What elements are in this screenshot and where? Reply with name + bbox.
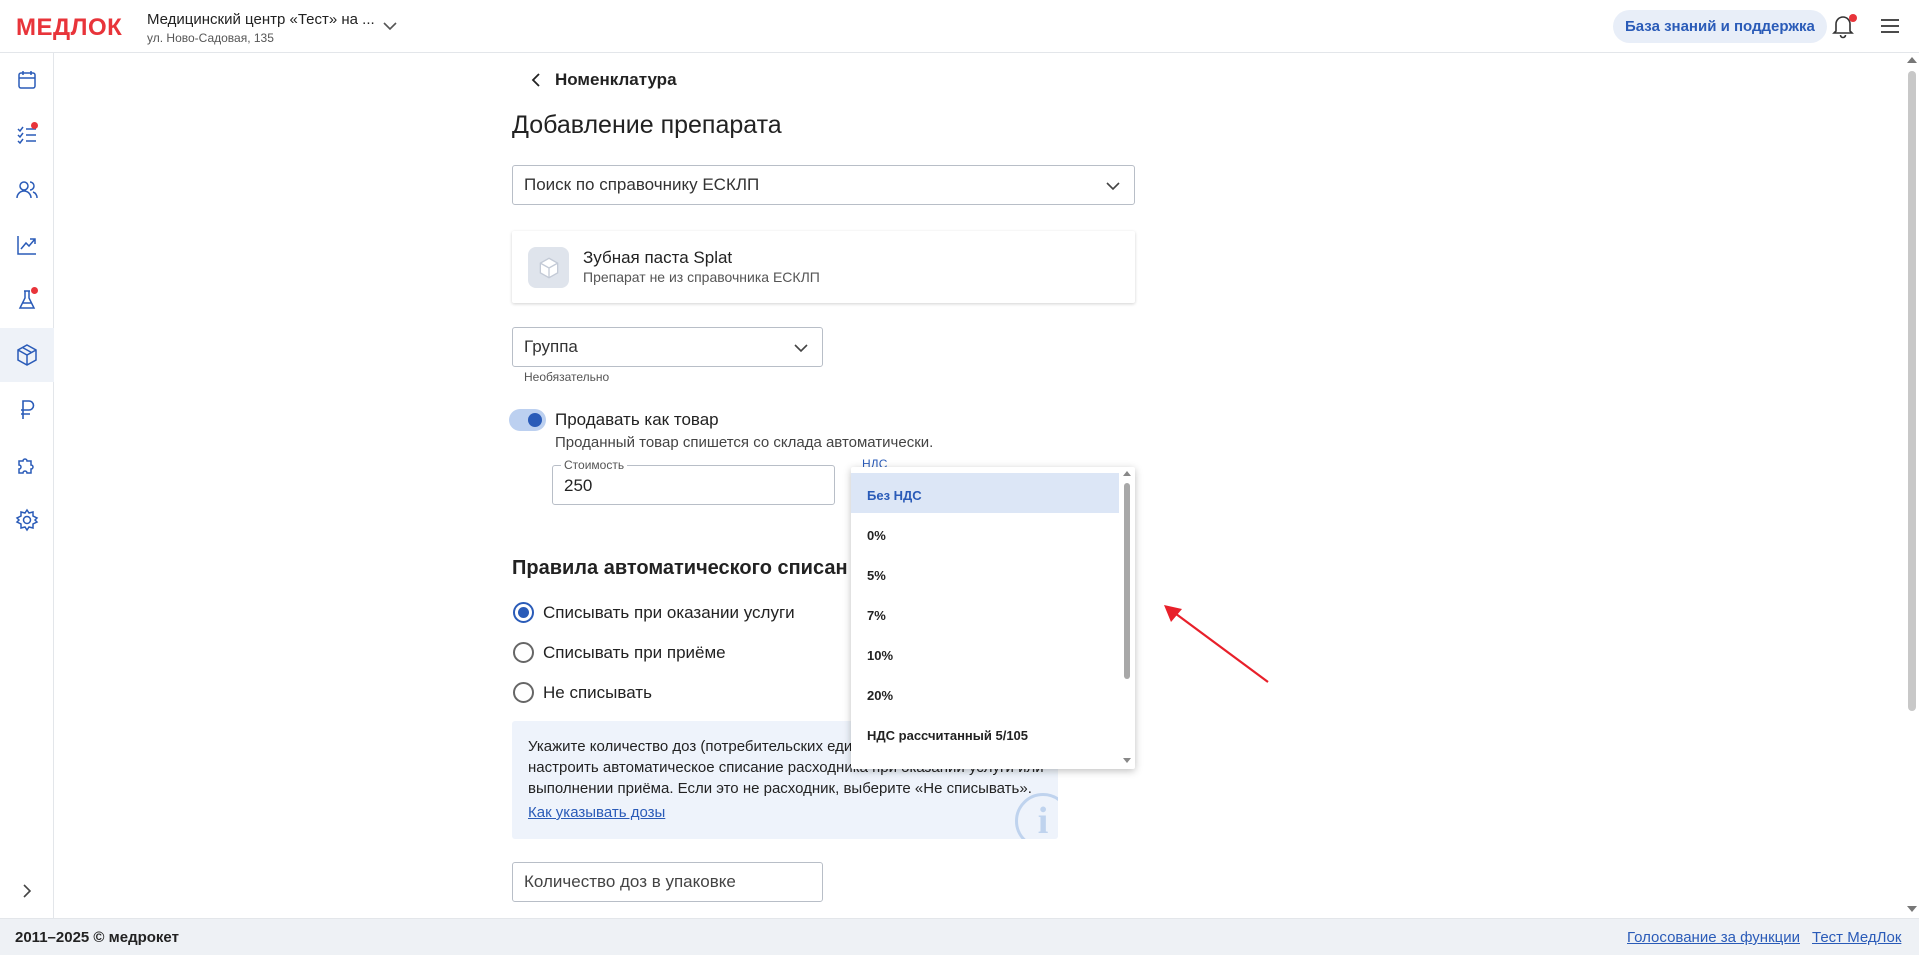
menu-icon[interactable] [1879,15,1901,37]
nds-option[interactable]: 7% [851,593,1119,633]
drug-card[interactable]: Зубная паста Splat Препарат не из справо… [512,231,1135,303]
nds-option[interactable]: 10% [851,633,1119,673]
gear-icon[interactable] [0,493,54,547]
info-line: выполнении приёма. Если это не расходник… [528,780,1032,797]
nds-option[interactable]: 20% [851,673,1119,713]
drug-subtitle: Препарат не из справочника ЕСКЛП [583,269,820,285]
nds-dropdown-list[interactable]: Без НДС 0% 5% 7% 10% 20% НДС рассчитанны… [851,467,1135,769]
esklp-search-select[interactable]: Поиск по справочнику ЕСКЛП [512,165,1135,205]
nds-option[interactable]: 5% [851,553,1119,593]
notification-badge [1849,14,1857,22]
group-value: Группа [524,337,578,356]
chevron-left-icon [531,73,540,87]
radio-writeoff-on-visit[interactable] [513,642,534,663]
clinic-address: ул. Ново-Садовая, 135 [147,31,274,45]
breadcrumb[interactable]: Номенклатура [527,70,677,90]
sell-as-product-label: Продавать как товар [555,410,719,429]
how-to-set-doses-link[interactable]: Как указывать дозы [528,804,665,821]
ruble-icon[interactable] [0,383,54,437]
doses-placeholder: Количество доз в упаковке [524,872,736,891]
radio-no-writeoff[interactable] [513,682,534,703]
radio-label[interactable]: Списывать при оказании услуги [543,603,795,623]
badge-dot [31,122,38,129]
puzzle-icon[interactable] [0,438,54,492]
writeoff-rules-title: Правила автоматического списан [512,557,848,579]
knowledge-base-button[interactable]: База знаний и поддержка [1613,10,1827,43]
toggle-knob [528,413,542,427]
esklp-search-value: Поиск по справочнику ЕСКЛП [524,175,760,194]
cost-field[interactable]: Стоимость 250 [552,458,835,505]
chevron-down-icon [1106,182,1120,191]
dropdown-scrollbar[interactable] [1119,467,1135,769]
drug-name: Зубная паста Splat [583,248,733,267]
scroll-thumb[interactable] [1908,71,1916,711]
top-bar: МЕДЛОК Медицинский центр «Тест» на ... у… [0,0,1919,53]
chevron-right-icon[interactable] [0,864,54,918]
group-select[interactable]: Группа [512,327,823,367]
nds-option[interactable]: НДС рассчитанный 5/105 [851,713,1119,753]
footer: 2011–2025 © медрокет Голосование за функ… [0,918,1919,955]
clinic-name: Медицинский центр «Тест» на ... [147,11,375,28]
badge-dot [31,287,38,294]
drug-package-icon [528,247,569,288]
checklist-icon[interactable] [0,108,54,162]
chart-icon[interactable] [0,218,54,272]
radio-label[interactable]: Не списывать [543,683,652,703]
annotation-arrow-icon [1164,605,1269,683]
box-icon[interactable] [0,328,54,382]
cost-value: 250 [564,476,593,495]
sidebar [0,53,54,918]
info-icon: i [1015,793,1058,839]
radio-label[interactable]: Списывать при приёме [543,643,726,663]
sell-as-product-toggle[interactable] [509,409,546,431]
chevron-down-icon [794,344,808,353]
scroll-thumb[interactable] [1124,483,1130,679]
scroll-up-icon[interactable] [1123,471,1131,476]
page-title: Добавление препарата [512,111,782,139]
back-label: Номенклатура [555,70,677,89]
vote-features-link[interactable]: Голосование за функции [1627,929,1800,946]
clinic-selector[interactable]: Медицинский центр «Тест» на ... ул. Ново… [147,11,375,45]
scroll-down-icon[interactable] [1123,758,1131,763]
page-scrollbar[interactable] [1904,53,1919,918]
flask-icon[interactable] [0,273,54,327]
scroll-up-icon[interactable] [1907,57,1917,63]
radio-writeoff-on-service[interactable] [513,602,534,623]
test-medlok-link[interactable]: Тест МедЛок [1812,929,1901,946]
users-icon[interactable] [0,163,54,217]
sell-as-product-description: Проданный товар спишется со склада автом… [555,434,934,451]
cost-label: Стоимость [561,458,628,472]
doses-per-pack-input[interactable]: Количество доз в упаковке [512,862,823,902]
group-hint: Необязательно [524,370,610,384]
chevron-down-icon[interactable] [381,17,399,35]
calendar-icon[interactable] [0,53,54,107]
nds-option[interactable]: 0% [851,513,1119,553]
nds-option[interactable]: Без НДС [851,473,1119,513]
scroll-down-icon[interactable] [1907,906,1917,912]
copyright: 2011–2025 © медрокет [15,929,179,946]
logo[interactable]: МЕДЛОК [16,14,122,42]
